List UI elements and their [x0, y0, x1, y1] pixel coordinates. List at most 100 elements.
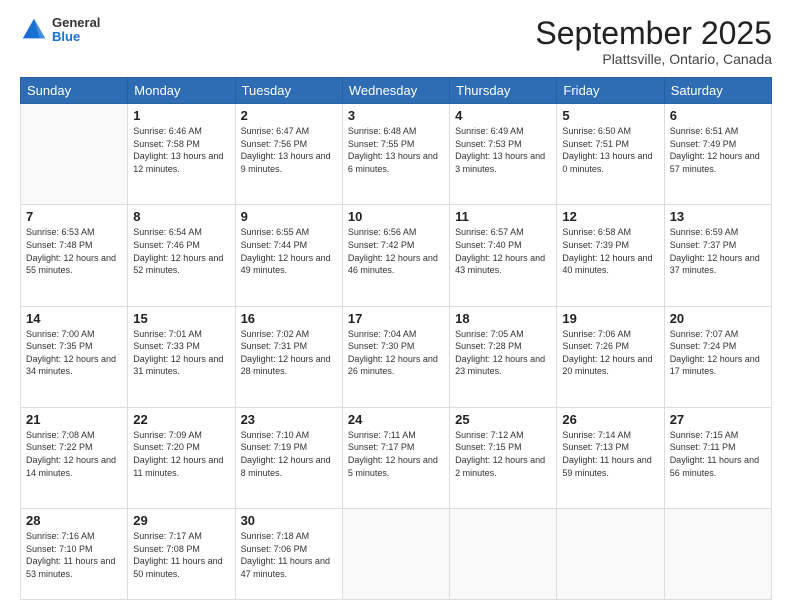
calendar-cell: 4Sunrise: 6:49 AMSunset: 7:53 PMDaylight… — [450, 104, 557, 205]
calendar-week-4: 28 Sunrise: 7:16 AMSunset: 7:10 PMDayligh… — [21, 509, 772, 600]
calendar-cell: 1Sunrise: 6:46 AMSunset: 7:58 PMDaylight… — [128, 104, 235, 205]
calendar-cell: 23Sunrise: 7:10 AMSunset: 7:19 PMDayligh… — [235, 407, 342, 508]
calendar-cell: 28 Sunrise: 7:16 AMSunset: 7:10 PMDayligh… — [21, 509, 128, 600]
day-number: 17 — [348, 311, 444, 326]
day-number: 10 — [348, 209, 444, 224]
calendar-cell — [342, 509, 449, 600]
day-info: Sunrise: 7:15 AMSunset: 7:11 PMDaylight:… — [670, 429, 766, 479]
calendar-body: 1Sunrise: 6:46 AMSunset: 7:58 PMDaylight… — [21, 104, 772, 600]
calendar-cell: 12 Sunrise: 6:58 AMSunset: 7:39 PMDayligh… — [557, 205, 664, 306]
day-info: Sunrise: 7:05 AMSunset: 7:28 PMDaylight:… — [455, 328, 551, 378]
weekday-header-saturday: Saturday — [664, 78, 771, 104]
day-info: Sunrise: 7:01 AMSunset: 7:33 PMDaylight:… — [133, 328, 229, 378]
calendar-cell: 2 Sunrise: 6:47 AMSunset: 7:56 PMDaylight… — [235, 104, 342, 205]
day-number: 28 — [26, 513, 122, 528]
calendar-cell: 13 Sunrise: 6:59 AMSunset: 7:37 PMDayligh… — [664, 205, 771, 306]
day-info: Sunrise: 6:57 AMSunset: 7:40 PMDaylight:… — [455, 226, 551, 276]
day-number: 7 — [26, 209, 122, 224]
day-info: Sunrise: 6:50 AMSunset: 7:51 PMDaylight:… — [562, 125, 658, 175]
day-number: 29 — [133, 513, 229, 528]
logo-general: General — [52, 16, 100, 30]
calendar-cell: 7 Sunrise: 6:53 AMSunset: 7:48 PMDaylight… — [21, 205, 128, 306]
calendar-cell: 26 Sunrise: 7:14 AMSunset: 7:13 PMDayligh… — [557, 407, 664, 508]
calendar-cell: 11Sunrise: 6:57 AMSunset: 7:40 PMDayligh… — [450, 205, 557, 306]
day-number: 1 — [133, 108, 229, 123]
calendar-cell: 10 Sunrise: 6:56 AMSunset: 7:42 PMDayligh… — [342, 205, 449, 306]
weekday-header-wednesday: Wednesday — [342, 78, 449, 104]
calendar: SundayMondayTuesdayWednesdayThursdayFrid… — [20, 77, 772, 600]
calendar-header: SundayMondayTuesdayWednesdayThursdayFrid… — [21, 78, 772, 104]
calendar-cell: 22Sunrise: 7:09 AMSunset: 7:20 PMDayligh… — [128, 407, 235, 508]
day-number: 15 — [133, 311, 229, 326]
calendar-cell: 8 Sunrise: 6:54 AMSunset: 7:46 PMDaylight… — [128, 205, 235, 306]
day-number: 12 — [562, 209, 658, 224]
page: General Blue September 2025 Plattsville,… — [0, 0, 792, 612]
weekday-header-tuesday: Tuesday — [235, 78, 342, 104]
calendar-cell: 30 Sunrise: 7:18 AMSunset: 7:06 PMDayligh… — [235, 509, 342, 600]
day-info: Sunrise: 6:48 AMSunset: 7:55 PMDaylight:… — [348, 125, 444, 175]
day-info: Sunrise: 7:12 AMSunset: 7:15 PMDaylight:… — [455, 429, 551, 479]
calendar-cell: 15 Sunrise: 7:01 AMSunset: 7:33 PMDayligh… — [128, 306, 235, 407]
day-number: 30 — [241, 513, 337, 528]
calendar-cell: 19 Sunrise: 7:06 AMSunset: 7:26 PMDayligh… — [557, 306, 664, 407]
day-number: 26 — [562, 412, 658, 427]
day-info: Sunrise: 6:53 AMSunset: 7:48 PMDaylight:… — [26, 226, 122, 276]
day-info: Sunrise: 7:16 AMSunset: 7:10 PMDaylight:… — [26, 530, 122, 580]
calendar-cell: 16 Sunrise: 7:02 AMSunset: 7:31 PMDayligh… — [235, 306, 342, 407]
calendar-week-1: 7 Sunrise: 6:53 AMSunset: 7:48 PMDaylight… — [21, 205, 772, 306]
day-info: Sunrise: 7:00 AMSunset: 7:35 PMDaylight:… — [26, 328, 122, 378]
location: Plattsville, Ontario, Canada — [535, 51, 772, 67]
day-info: Sunrise: 6:56 AMSunset: 7:42 PMDaylight:… — [348, 226, 444, 276]
weekday-header-sunday: Sunday — [21, 78, 128, 104]
day-number: 18 — [455, 311, 551, 326]
calendar-cell: 21 Sunrise: 7:08 AMSunset: 7:22 PMDayligh… — [21, 407, 128, 508]
day-info: Sunrise: 7:14 AMSunset: 7:13 PMDaylight:… — [562, 429, 658, 479]
day-info: Sunrise: 6:51 AMSunset: 7:49 PMDaylight:… — [670, 125, 766, 175]
day-info: Sunrise: 6:54 AMSunset: 7:46 PMDaylight:… — [133, 226, 229, 276]
day-number: 25 — [455, 412, 551, 427]
day-number: 19 — [562, 311, 658, 326]
day-info: Sunrise: 7:08 AMSunset: 7:22 PMDaylight:… — [26, 429, 122, 479]
weekday-header-friday: Friday — [557, 78, 664, 104]
day-number: 5 — [562, 108, 658, 123]
day-info: Sunrise: 7:17 AMSunset: 7:08 PMDaylight:… — [133, 530, 229, 580]
day-number: 8 — [133, 209, 229, 224]
day-number: 13 — [670, 209, 766, 224]
day-number: 6 — [670, 108, 766, 123]
calendar-cell — [450, 509, 557, 600]
calendar-week-0: 1Sunrise: 6:46 AMSunset: 7:58 PMDaylight… — [21, 104, 772, 205]
day-number: 2 — [241, 108, 337, 123]
day-info: Sunrise: 6:47 AMSunset: 7:56 PMDaylight:… — [241, 125, 337, 175]
day-number: 24 — [348, 412, 444, 427]
calendar-cell: 9Sunrise: 6:55 AMSunset: 7:44 PMDaylight… — [235, 205, 342, 306]
day-info: Sunrise: 6:59 AMSunset: 7:37 PMDaylight:… — [670, 226, 766, 276]
day-info: Sunrise: 7:18 AMSunset: 7:06 PMDaylight:… — [241, 530, 337, 580]
day-number: 21 — [26, 412, 122, 427]
day-number: 22 — [133, 412, 229, 427]
day-number: 14 — [26, 311, 122, 326]
month-title: September 2025 — [535, 16, 772, 51]
day-info: Sunrise: 6:49 AMSunset: 7:53 PMDaylight:… — [455, 125, 551, 175]
calendar-cell: 17Sunrise: 7:04 AMSunset: 7:30 PMDayligh… — [342, 306, 449, 407]
weekday-row: SundayMondayTuesdayWednesdayThursdayFrid… — [21, 78, 772, 104]
calendar-cell: 3Sunrise: 6:48 AMSunset: 7:55 PMDaylight… — [342, 104, 449, 205]
calendar-cell: 14 Sunrise: 7:00 AMSunset: 7:35 PMDayligh… — [21, 306, 128, 407]
calendar-cell: 5 Sunrise: 6:50 AMSunset: 7:51 PMDaylight… — [557, 104, 664, 205]
calendar-week-2: 14 Sunrise: 7:00 AMSunset: 7:35 PMDayligh… — [21, 306, 772, 407]
calendar-week-3: 21 Sunrise: 7:08 AMSunset: 7:22 PMDayligh… — [21, 407, 772, 508]
logo-icon — [20, 16, 48, 44]
calendar-cell: 27Sunrise: 7:15 AMSunset: 7:11 PMDayligh… — [664, 407, 771, 508]
calendar-cell — [21, 104, 128, 205]
calendar-cell: 6 Sunrise: 6:51 AMSunset: 7:49 PMDaylight… — [664, 104, 771, 205]
day-number: 23 — [241, 412, 337, 427]
calendar-cell: 25 Sunrise: 7:12 AMSunset: 7:15 PMDayligh… — [450, 407, 557, 508]
day-info: Sunrise: 6:58 AMSunset: 7:39 PMDaylight:… — [562, 226, 658, 276]
day-number: 20 — [670, 311, 766, 326]
day-info: Sunrise: 7:02 AMSunset: 7:31 PMDaylight:… — [241, 328, 337, 378]
day-number: 16 — [241, 311, 337, 326]
calendar-cell: 24Sunrise: 7:11 AMSunset: 7:17 PMDayligh… — [342, 407, 449, 508]
header-right: September 2025 Plattsville, Ontario, Can… — [535, 16, 772, 67]
calendar-cell: 29 Sunrise: 7:17 AMSunset: 7:08 PMDayligh… — [128, 509, 235, 600]
weekday-header-monday: Monday — [128, 78, 235, 104]
day-info: Sunrise: 7:06 AMSunset: 7:26 PMDaylight:… — [562, 328, 658, 378]
